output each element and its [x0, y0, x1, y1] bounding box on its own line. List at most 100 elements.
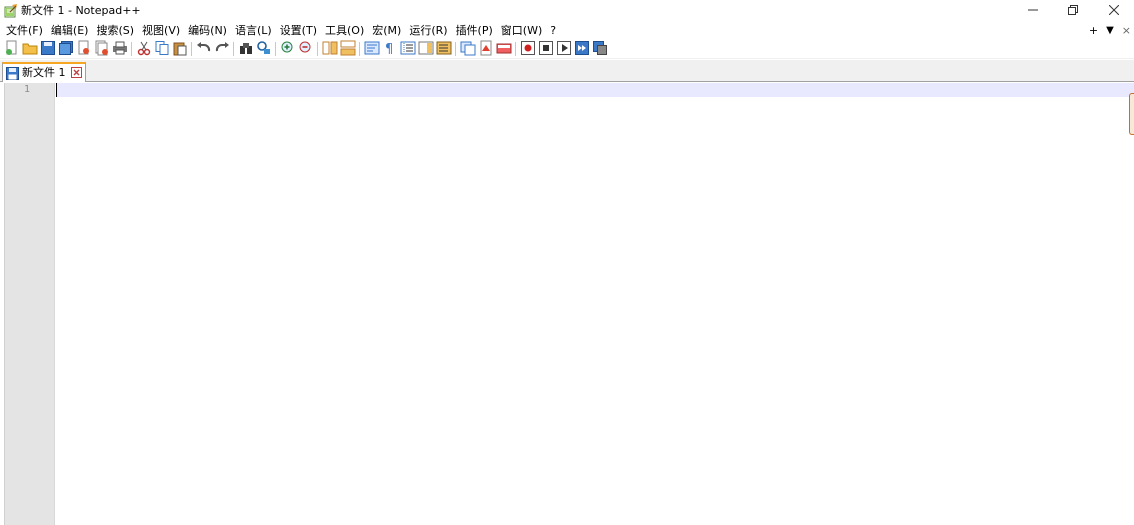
notepad-plus-plus-icon: [4, 4, 18, 18]
text-caret: [56, 83, 57, 97]
save-button[interactable]: [39, 40, 56, 59]
paste-button[interactable]: [171, 41, 188, 57]
copy-icon: [154, 40, 170, 59]
toolbar-row: ¶: [3, 40, 609, 58]
document-list-button[interactable]: [495, 41, 512, 57]
tab-bar: 新文件 1: [0, 60, 1134, 82]
copy-button[interactable]: [153, 40, 170, 59]
close-icon: [76, 40, 92, 59]
monitoring-icon: [478, 40, 494, 59]
restore-button[interactable]: [1053, 0, 1093, 22]
current-line-highlight: [56, 83, 1134, 97]
close-button[interactable]: [75, 40, 92, 59]
menu-item[interactable]: 编辑(E): [47, 22, 93, 39]
cut-button[interactable]: [135, 41, 152, 57]
print-button[interactable]: [111, 41, 128, 57]
save-all-button[interactable]: [57, 40, 74, 59]
window-title: 新文件 1 - Notepad++: [21, 4, 141, 17]
start-recording-icon: [520, 40, 536, 59]
menu-bar: 文件(F) 编辑(E) 搜索(S) 视图(V) 编码(N) 语言(L) 设置(T) 工具(O)…: [0, 22, 1134, 39]
show-all-chars-button[interactable]: ¶: [381, 41, 398, 57]
tab-label: 新文件 1: [22, 66, 66, 79]
zoom-in-button[interactable]: [279, 41, 296, 57]
menu-item[interactable]: 工具(O): [321, 22, 368, 39]
undo-button[interactable]: [195, 41, 212, 57]
indent-guide-icon: [400, 40, 416, 59]
stop-recording-icon: [538, 40, 554, 59]
editor-area[interactable]: 1: [4, 83, 1134, 525]
folder-as-workspace-icon: [460, 40, 476, 59]
replace-icon: [256, 40, 272, 59]
sync-vertical-button[interactable]: [321, 41, 338, 57]
document-list-icon: [496, 40, 512, 59]
sync-vertical-icon: [322, 40, 338, 59]
find-icon: [238, 40, 254, 59]
close-all-button[interactable]: [93, 40, 110, 59]
tab-list-dropdown-button[interactable]: ▼: [1106, 25, 1114, 36]
cut-icon: [136, 40, 152, 59]
doc-map-button[interactable]: [417, 41, 434, 57]
open-file-button[interactable]: [21, 41, 38, 57]
run-macro-multiple-icon: [574, 40, 590, 59]
save-icon: [40, 40, 56, 59]
toolbar-separator: [515, 42, 516, 56]
close-document-button[interactable]: ×: [1122, 24, 1131, 37]
menu-item[interactable]: 窗口(W): [497, 22, 546, 39]
stop-recording-button[interactable]: [537, 40, 554, 59]
word-wrap-icon: [364, 40, 380, 59]
minimize-button[interactable]: [1013, 0, 1053, 22]
redo-button[interactable]: [213, 41, 230, 57]
menu-item[interactable]: 编码(N): [184, 22, 231, 39]
toolbar-separator: [359, 42, 360, 56]
save-macro-button[interactable]: [591, 40, 608, 57]
menu-item[interactable]: ?: [546, 22, 560, 39]
save-all-icon: [58, 40, 74, 59]
open-file-icon: [22, 40, 38, 59]
word-wrap-button[interactable]: [363, 41, 380, 57]
toolbar-separator: [275, 42, 276, 56]
start-recording-button[interactable]: [519, 40, 536, 59]
indent-guide-button[interactable]: [399, 41, 416, 57]
function-list-button[interactable]: [435, 41, 452, 57]
title-bar: 新文件 1 - Notepad++: [0, 0, 1134, 22]
find-button[interactable]: [237, 41, 254, 57]
line-number: 1: [23, 84, 30, 95]
replace-button[interactable]: [255, 40, 272, 59]
toolbar-separator: [233, 42, 234, 56]
zoom-out-icon: [298, 40, 314, 59]
run-macro-multiple-button[interactable]: [573, 40, 590, 59]
menu-item[interactable]: 搜索(S): [92, 22, 138, 39]
new-tab-plus-button[interactable]: +: [1089, 24, 1098, 37]
sync-horizontal-button[interactable]: [339, 40, 356, 59]
paste-icon: [172, 40, 188, 59]
toolbar-separator: [455, 42, 456, 56]
folder-as-workspace-button[interactable]: [459, 41, 476, 57]
restore-icon: [1068, 4, 1078, 18]
toolbar-separator: [131, 42, 132, 56]
monitoring-button[interactable]: [477, 40, 494, 59]
menu-item[interactable]: 宏(M): [368, 22, 405, 39]
svg-text:¶: ¶: [385, 42, 393, 56]
new-file-button[interactable]: [3, 40, 20, 57]
show-all-chars-icon: ¶: [382, 40, 398, 59]
menu-item[interactable]: 设置(T): [276, 22, 321, 39]
tab-close-icon[interactable]: [71, 67, 82, 78]
menu-item[interactable]: 视图(V): [138, 22, 184, 39]
zoom-out-button[interactable]: [297, 41, 314, 57]
minimize-icon: [1028, 5, 1038, 18]
toolbar: ¶: [0, 39, 1134, 59]
document-map-marker[interactable]: [1129, 93, 1134, 135]
line-number-gutter: 1: [5, 83, 55, 525]
close-window-button[interactable]: [1094, 0, 1134, 22]
menu-item[interactable]: 插件(P): [452, 22, 497, 39]
sync-horizontal-icon: [340, 40, 356, 59]
redo-icon: [214, 40, 230, 59]
menu-item[interactable]: 运行(R): [405, 22, 451, 39]
menu-item[interactable]: 语言(L): [231, 22, 276, 39]
doc-map-icon: [418, 40, 434, 59]
close-all-icon: [94, 40, 110, 59]
document-tab[interactable]: 新文件 1: [2, 62, 86, 82]
undo-icon: [196, 40, 212, 59]
play-macro-button[interactable]: [555, 40, 572, 57]
menu-item[interactable]: 文件(F): [2, 22, 47, 39]
